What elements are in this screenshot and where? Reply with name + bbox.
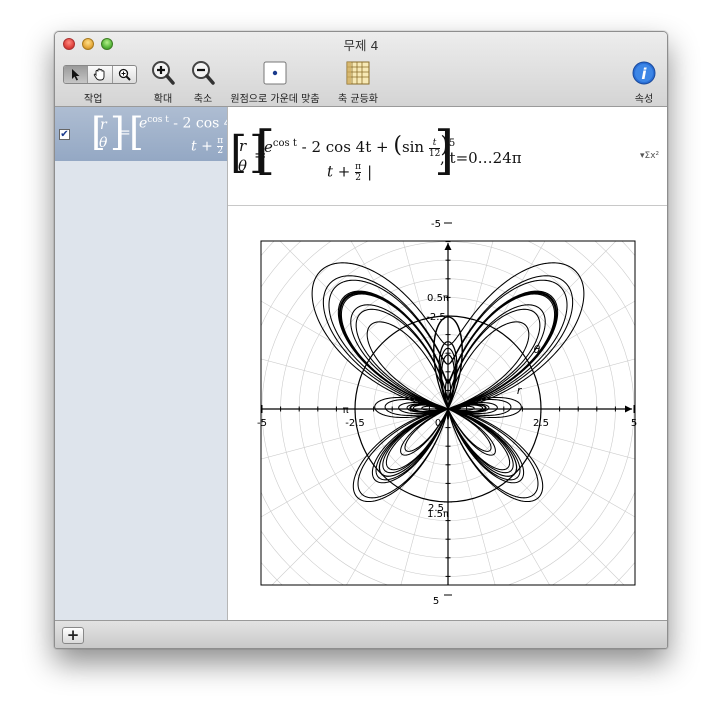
eq-bottom-num: π (355, 162, 362, 173)
tool-mode-segmented-control[interactable] (63, 65, 137, 84)
y-tick-label: 5 (433, 596, 439, 607)
center-origin-label: 원점으로 가운데 맞춤 (230, 94, 320, 105)
equation-list-sidebar: ✔ [ r θ ] = [ ecos t - 2 cos 4t + t + π2 (55, 107, 228, 620)
zoom-out-button[interactable]: 축소 (188, 60, 218, 105)
x-tick-label: -5 (257, 418, 267, 429)
zoom-out-label: 축소 (193, 94, 213, 105)
polar-label-pi: π (343, 405, 349, 416)
equation-checkbox[interactable]: ✔ (59, 129, 70, 140)
x-tick-label: 0 (435, 418, 441, 429)
eq-bottom-t: t + (327, 162, 356, 181)
equalize-axes-label: 축 균등화 (338, 94, 378, 105)
properties-label: 속성 (634, 94, 654, 105)
svg-text:i: i (641, 65, 647, 83)
zoom-in-button[interactable]: 확대 (148, 60, 178, 105)
y-tick-label: -5 (431, 219, 441, 230)
x-tick-label: 2.5 (533, 418, 549, 429)
polar-label-one-half-pi: 1.5π (427, 509, 449, 520)
grid-ray (447, 241, 546, 410)
hand-tool-icon[interactable] (88, 66, 113, 83)
title-bar: 무제 4 작업 확대 축소 원점으로 가운데 맞춤 축 균등화 i 속성 (55, 32, 667, 107)
y-axis-arrow (444, 243, 452, 250)
zoom-in-icon (152, 61, 175, 85)
equation-editor[interactable]: [ r θ ] = [ ecos t - 2 cos 4t + (sin t 12… (228, 107, 667, 206)
eq-sin: sin (401, 138, 429, 156)
x-axis-arrow (625, 405, 632, 413)
equalize-axes-icon (346, 61, 370, 85)
grid-ray (447, 408, 625, 585)
bottom-bar: + (55, 620, 667, 648)
eq-lhs-r: r (239, 137, 247, 155)
y-tick-label: -2.5 (426, 312, 446, 323)
equalize-axes-button[interactable]: 축 균등화 (333, 60, 383, 105)
polar-graph[interactable]: -5 -2.5 0 2.5 552.5-2.5-50.5π1.5ππθr (228, 206, 667, 620)
equation-list-item[interactable]: ✔ [ r θ ] = [ ecos t - 2 cos 4t + t + π2 (55, 107, 227, 161)
equation-display[interactable]: [ r θ ] = [ ecos t - 2 cos 4t + (sin t 12… (230, 125, 530, 189)
properties-button[interactable]: i 속성 (629, 60, 659, 105)
x-tick-label: 5 (631, 418, 637, 429)
text-cursor: | (367, 162, 373, 181)
preview-lhs-bottom: θ (99, 135, 108, 151)
eq-top-sup: cos t (272, 138, 297, 149)
curve-label-r: r (517, 384, 523, 397)
eq-paren-open: ( (393, 133, 402, 158)
grid-ray (271, 408, 449, 585)
zoom-out-icon (192, 61, 215, 85)
curve-label-theta: θ (534, 343, 541, 356)
preview-lhs-top: r (100, 117, 107, 133)
grid-ray (350, 241, 449, 410)
add-equation-button[interactable]: + (62, 627, 84, 644)
x-tick-label: -2.5 (345, 418, 365, 429)
eq-bottom-den: 2 (355, 173, 361, 183)
task-tool-item: 작업 (84, 90, 102, 105)
window-title: 무제 4 (343, 38, 379, 53)
preview-top-rest: - 2 cos 4t + (173, 115, 227, 132)
info-icon: i (632, 61, 656, 85)
preview-bottom: t + (191, 138, 218, 155)
eq-top-mid: - 2 cos 4t + (296, 138, 394, 156)
task-label: 작업 (84, 94, 103, 105)
sigma-menu-button[interactable]: ▾Σx² (640, 151, 659, 161)
preview-bottom-den: 2 (217, 146, 224, 156)
eq-top-base: e (264, 138, 273, 156)
polar-label-half-pi: 0.5π (427, 293, 449, 304)
zoom-in-label: 확대 (153, 94, 173, 105)
pointer-tool-icon[interactable] (64, 66, 89, 83)
app-window: 무제 4 작업 확대 축소 원점으로 가운데 맞춤 축 균등화 i 속성 ✔ [… (54, 31, 668, 649)
center-origin-button[interactable]: 원점으로 가운데 맞춤 (225, 60, 325, 105)
main-area: [ r θ ] = [ ecos t - 2 cos 4t + (sin t 12… (228, 107, 667, 620)
eq-range: , t=0…24π (440, 149, 522, 167)
eq-lhs-theta: θ (238, 157, 248, 175)
magnify-tool-icon[interactable] (113, 66, 136, 83)
center-origin-icon (263, 61, 287, 85)
preview-top-sup: cos t (147, 115, 169, 125)
